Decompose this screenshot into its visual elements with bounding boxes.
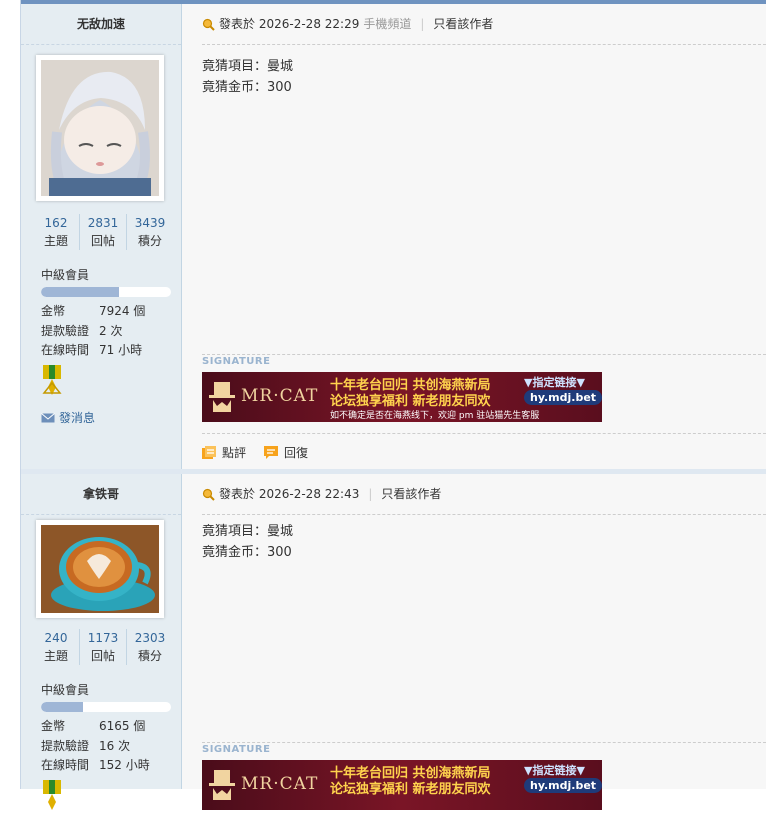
post-meta: 發表於 2026-2-28 22:43 | 只看該作者 — [202, 474, 766, 515]
rank-progress-bar — [41, 702, 171, 712]
author-sidebar: 无敌加速 162 主題 2831 回帖 3439 積分 中級會員 金幣 7924… — [21, 4, 182, 469]
stat-points[interactable]: 3439 積分 — [126, 214, 173, 250]
author-name[interactable]: 无敌加速 — [21, 4, 181, 45]
stat-points[interactable]: 2303 積分 — [126, 629, 173, 665]
post-content: 發表於 2026-2-28 22:29 手機頻道 | 只看該作者 竟猜項目：曼城… — [182, 4, 766, 469]
cat-hat-logo-icon — [209, 382, 235, 412]
banner-url[interactable]: hy.mdj.bet — [524, 390, 602, 405]
post-line-coins: 竟猜金币：300 — [202, 80, 292, 95]
post-body: 竟猜項目：曼城 竟猜金币：300 — [202, 521, 293, 563]
post-time: 發表於 2026-2-28 22:29 — [219, 17, 360, 31]
post-line-item: 竟猜項目：曼城 — [202, 524, 294, 539]
meta-divider: | — [420, 17, 425, 31]
info-row-coins: 金幣 6165 個 — [41, 719, 146, 733]
user-info: 金幣 7924 個 提款驗證 2 次 在線時間 71 小時 — [41, 302, 181, 361]
envelope-icon — [41, 412, 55, 422]
user-stats: 162 主題 2831 回帖 3439 積分 — [33, 214, 173, 250]
banner-line2: 论坛独享福利 新老朋友同欢 — [330, 782, 491, 797]
reply-button[interactable]: 回復 — [264, 444, 308, 461]
user-info: 金幣 6165 個 提款驗證 16 次 在線時間 152 小時 — [41, 717, 181, 776]
signature-banner[interactable]: MR·CAT 十年老台回归 共创海燕新局 论坛独享福利 新老朋友同欢 ▼指定链接… — [202, 760, 602, 810]
post-line-coins: 竟猜金币：300 — [202, 545, 292, 560]
info-row-online: 在線時間 152 小時 — [41, 758, 150, 772]
rank-progress-fill — [41, 702, 83, 712]
banner-url[interactable]: hy.mdj.bet — [524, 778, 602, 793]
banner-brand: MR·CAT — [241, 774, 319, 794]
send-message-link[interactable]: 發消息 — [41, 409, 95, 426]
rate-button[interactable]: 點評 — [202, 444, 246, 461]
medal-icon[interactable] — [41, 780, 63, 814]
rate-icon — [202, 445, 216, 459]
cat-hat-logo-icon — [209, 770, 235, 800]
rank-progress-fill — [41, 287, 119, 297]
user-stats: 240 主題 1173 回帖 2303 積分 — [33, 629, 173, 665]
info-row-verify: 提款驗證 2 次 — [41, 323, 123, 338]
banner-brand: MR·CAT — [241, 386, 319, 406]
signature-banner[interactable]: MR·CAT 十年老台回归 共创海燕新局 论坛独享福利 新老朋友同欢 如不确定是… — [202, 372, 602, 422]
info-row-coins: 金幣 7924 個 — [41, 304, 146, 318]
medal-icon[interactable] — [41, 365, 63, 399]
rank-progress-bar — [41, 287, 171, 297]
anime-avatar-image — [41, 60, 159, 196]
stat-replies[interactable]: 1173 回帖 — [79, 629, 126, 665]
post-meta: 發表於 2026-2-28 22:29 手機頻道 | 只看該作者 — [202, 4, 766, 45]
coffee-avatar-image — [41, 525, 159, 613]
author-name[interactable]: 拿铁哥 — [21, 474, 181, 515]
avatar[interactable] — [36, 55, 164, 201]
banner-tag: ▼指定链接▼ — [524, 764, 585, 777]
stat-threads[interactable]: 162 主題 — [33, 214, 79, 250]
post: 拿铁哥 240 主題 1173 回帖 2303 積分 中級會員 金幣 6165 … — [21, 474, 766, 810]
stat-replies[interactable]: 2831 回帖 — [79, 214, 126, 250]
only-author-link[interactable]: 只看該作者 — [381, 474, 441, 514]
post-body: 竟猜項目：曼城 竟猜金币：300 — [202, 56, 293, 98]
signature-label: SIGNATURE — [202, 742, 766, 755]
post-actions: 點評 回復 — [202, 433, 766, 470]
avatar[interactable] — [36, 520, 164, 618]
banner-line2: 论坛独享福利 新老朋友同欢 — [330, 394, 491, 409]
info-row-online: 在線時間 71 小時 — [41, 343, 143, 357]
post-time: 發表於 2026-2-28 22:43 — [219, 487, 360, 501]
stat-threads[interactable]: 240 主題 — [33, 629, 79, 665]
post: 无敌加速 162 主題 2831 回帖 3439 積分 中級會員 金幣 7924… — [21, 4, 766, 469]
meta-divider: | — [368, 487, 373, 501]
user-rank[interactable]: 中級會員 — [41, 681, 89, 698]
signature-label: SIGNATURE — [202, 354, 766, 367]
banner-line3: 如不确定是否在海燕线下，欢迎 pm 驻站猫先生客服 — [330, 411, 540, 421]
info-row-verify: 提款驗證 16 次 — [41, 738, 131, 753]
user-rank[interactable]: 中級會員 — [41, 266, 89, 283]
post-search-icon — [202, 18, 215, 31]
post-content: 發表於 2026-2-28 22:43 | 只看該作者 竟猜項目：曼城 竟猜金币… — [182, 474, 766, 810]
banner-tag: ▼指定链接▼ — [524, 376, 585, 389]
only-author-link[interactable]: 只看該作者 — [433, 4, 493, 44]
reply-icon — [264, 445, 279, 459]
post-line-item: 竟猜項目：曼城 — [202, 59, 294, 74]
author-sidebar: 拿铁哥 240 主題 1173 回帖 2303 積分 中級會員 金幣 6165 … — [21, 474, 182, 810]
post-search-icon — [202, 488, 215, 501]
mobile-channel-link[interactable]: 手機頻道 — [363, 4, 411, 44]
